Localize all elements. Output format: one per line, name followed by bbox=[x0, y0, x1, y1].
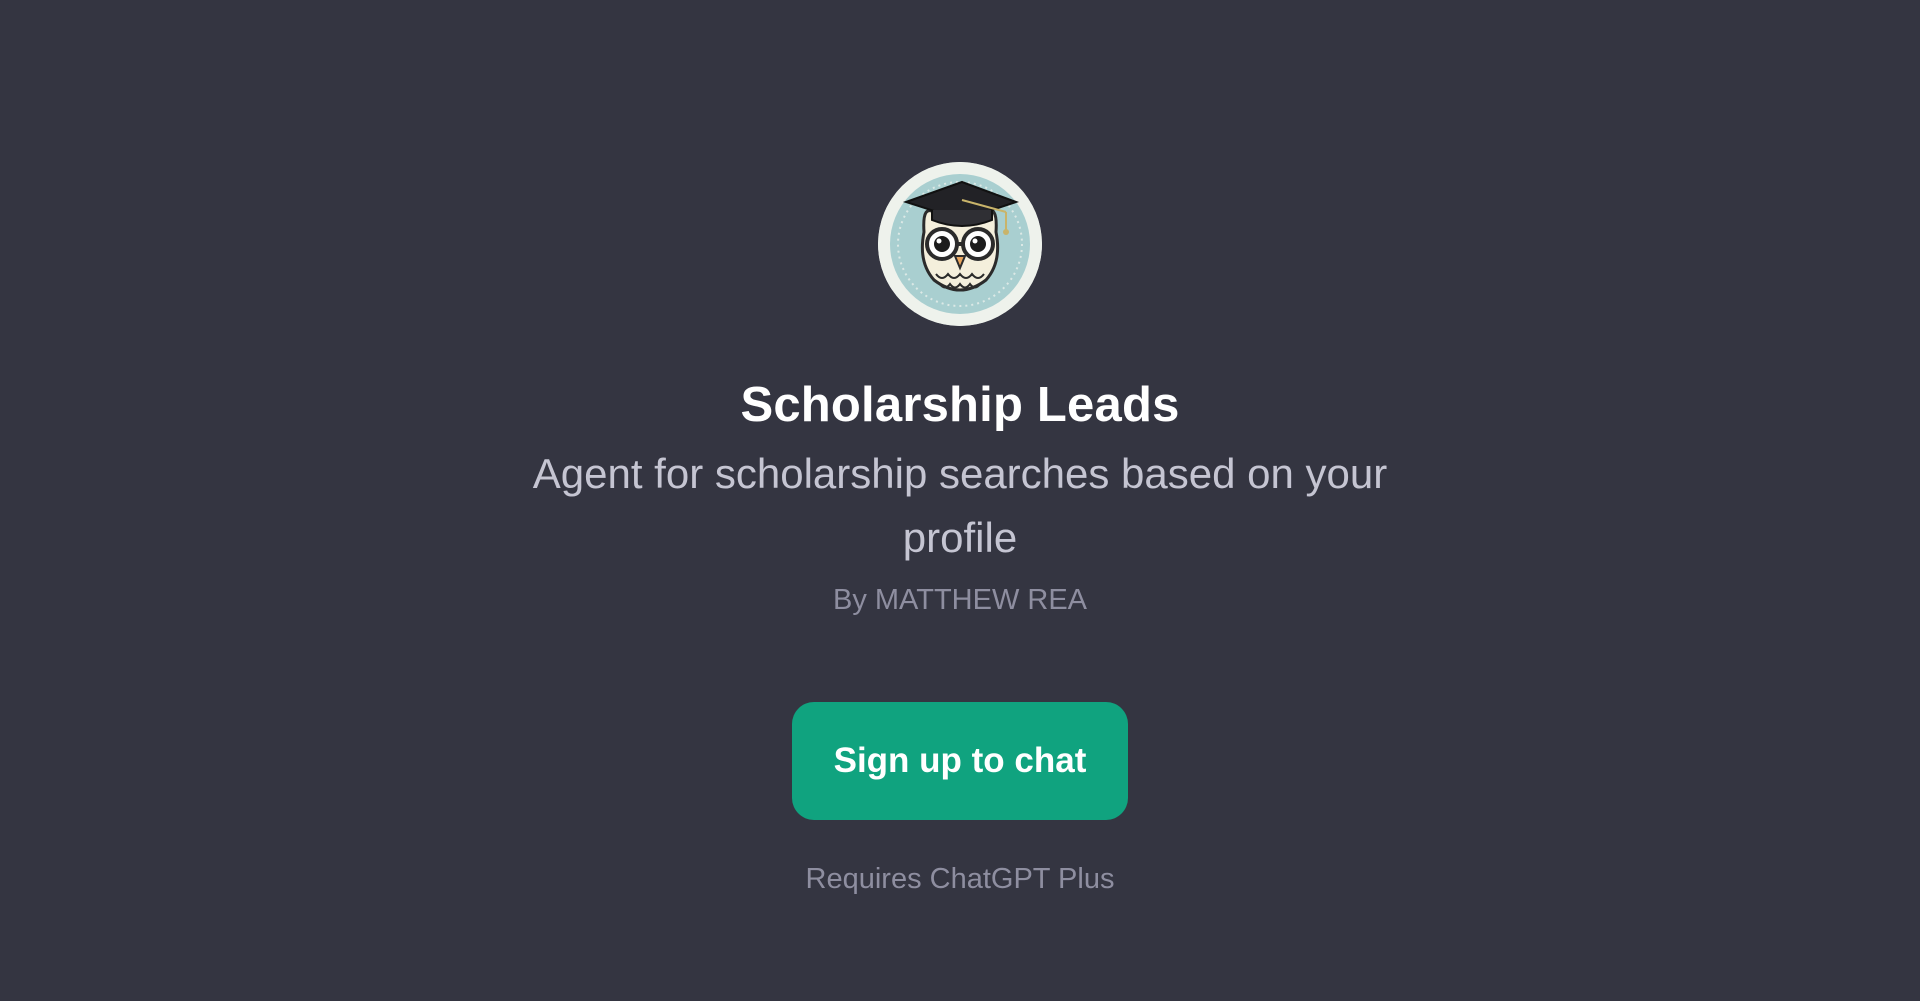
gpt-author: By MATTHEW REA bbox=[832, 583, 1088, 616]
gpt-title: Scholarship Leads bbox=[740, 378, 1180, 432]
gpt-landing-page: Scholarship Leads Agent for scholarship … bbox=[0, 0, 1920, 1001]
owl-graduate-icon bbox=[878, 162, 1042, 326]
gpt-description: Agent for scholarship searches based on … bbox=[532, 449, 1388, 561]
sign-up-to-chat-button[interactable]: Sign up to chat bbox=[792, 701, 1128, 820]
plan-requirement-note: Requires ChatGPT Plus bbox=[805, 862, 1115, 895]
gpt-avatar bbox=[878, 162, 1042, 326]
